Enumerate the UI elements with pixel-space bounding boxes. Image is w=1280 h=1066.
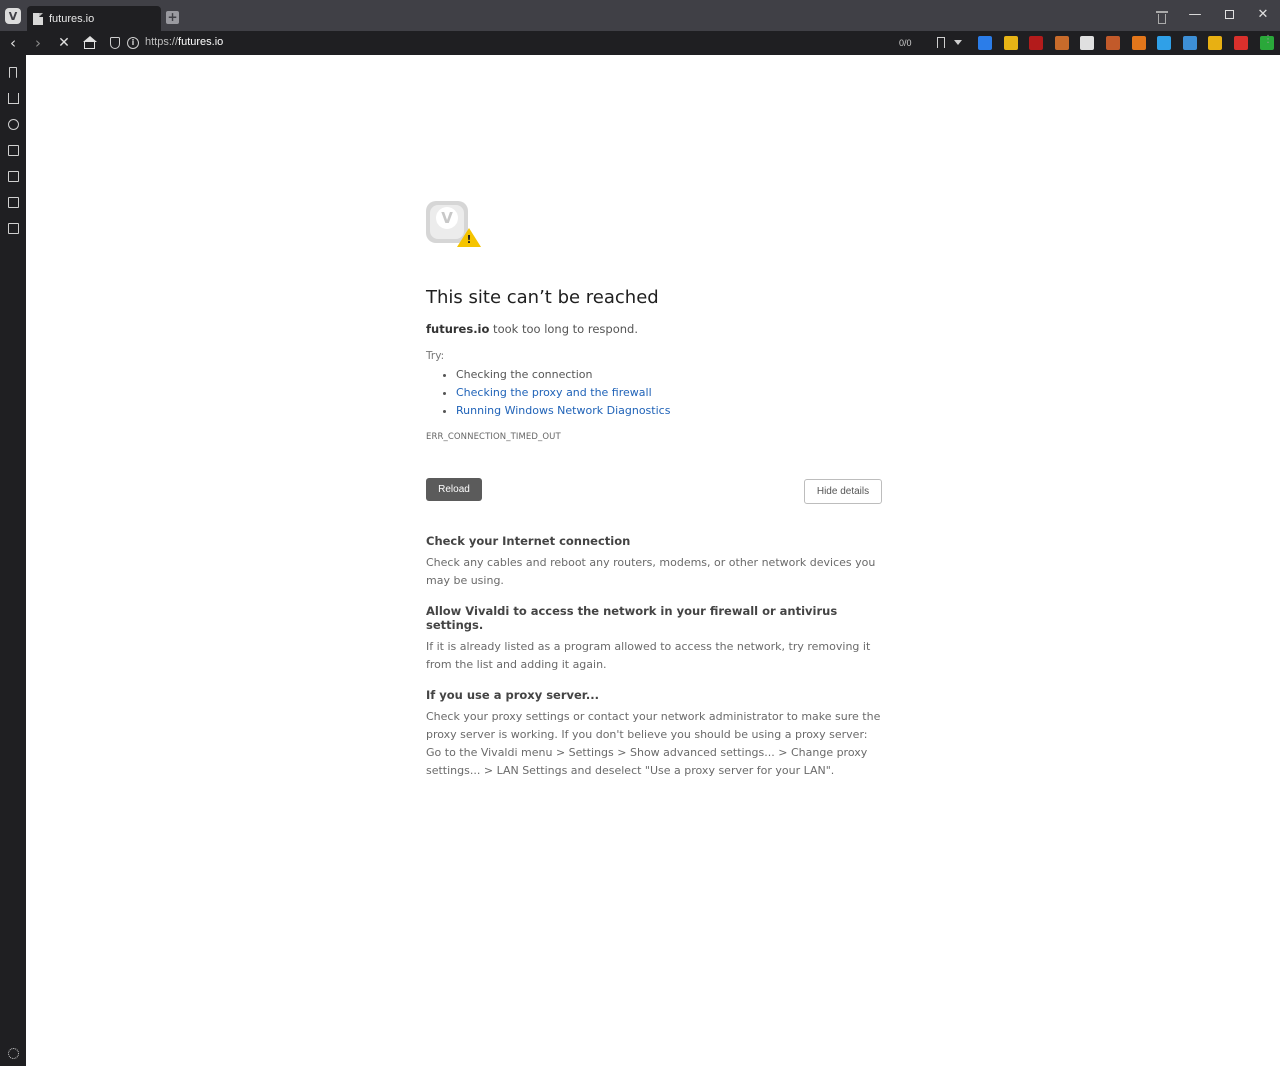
vivaldi-error-icon: V ! — [426, 201, 482, 249]
detail-section: Check your Internet connection Check any… — [426, 534, 882, 590]
detail-title: Check your Internet connection — [426, 534, 631, 548]
closed-tabs-trash-icon[interactable] — [1156, 11, 1168, 24]
page-title: This site can’t be reached — [426, 287, 659, 308]
window-panel-icon[interactable] — [8, 171, 19, 182]
detail-body: Check any cables and reboot any routers,… — [426, 556, 876, 587]
suggestion-check-connection: Checking the connection — [456, 366, 882, 384]
try-label: Try: — [426, 350, 445, 362]
new-tab-button[interactable]: + — [166, 11, 179, 24]
reload-button[interactable]: Reload — [426, 478, 482, 501]
monkey-icon[interactable] — [1054, 36, 1069, 50]
screen-capture-icon[interactable] — [1080, 36, 1095, 50]
suggestions-list: Checking the connection Checking the pro… — [456, 366, 882, 420]
detail-body: Check your proxy settings or contact you… — [426, 710, 881, 777]
detail-title: Allow Vivaldi to access the network in y… — [426, 604, 838, 632]
page-content: V ! This site can’t be reached futures.i… — [26, 55, 1280, 1066]
detail-title: If you use a proxy server... — [426, 688, 599, 702]
detail-section: Allow Vivaldi to access the network in y… — [426, 604, 882, 674]
address-toolbar: ‹ › ✕ i https://futures.io 0/0 ⋮ — [0, 31, 1280, 55]
chart-extension-icon[interactable] — [1208, 36, 1223, 50]
page-favicon-icon — [33, 12, 43, 25]
side-panel — [0, 55, 26, 1066]
bookmark-page-icon[interactable] — [937, 37, 945, 48]
maximize-icon — [1224, 10, 1234, 19]
suggestion-check-proxy-link[interactable]: Checking the proxy and the firewall — [456, 384, 882, 402]
tab-bar: V futures.io + — ✕ — [0, 0, 1280, 31]
add-web-panel-icon[interactable] — [8, 223, 19, 234]
back-button[interactable]: ‹ — [4, 34, 22, 52]
error-summary: futures.io took too long to respond. — [426, 322, 638, 336]
url-text[interactable]: https://futures.io — [145, 36, 223, 48]
bookmarks-panel-icon[interactable] — [9, 67, 17, 78]
button-row: Reload Hide details — [426, 478, 882, 504]
tracker-blocker-shield-icon[interactable] — [110, 37, 120, 49]
detail-section: If you use a proxy server... Check your … — [426, 688, 882, 780]
notes-panel-icon[interactable] — [8, 145, 19, 156]
close-window-button[interactable]: ✕ — [1253, 6, 1273, 24]
blue-bookmark-icon[interactable] — [978, 36, 992, 50]
error-details: Check your Internet connection Check any… — [426, 534, 882, 780]
fox-icon[interactable] — [1106, 36, 1120, 50]
extensions-more-icon[interactable]: ⋮ — [1263, 35, 1273, 49]
address-field[interactable]: i https://futures.io 0/0 — [104, 34, 968, 52]
water-drop-icon[interactable] — [1157, 36, 1172, 50]
detail-body: If it is already listed as a program all… — [426, 640, 871, 671]
metamask-icon[interactable] — [1131, 36, 1146, 50]
folder-extension-icon[interactable] — [1003, 36, 1018, 50]
downloads-panel-icon[interactable] — [8, 93, 19, 104]
tab-title: futures.io — [49, 12, 95, 25]
ublock-icon[interactable] — [1029, 36, 1044, 50]
error-code: ERR_CONNECTION_TIMED_OUT — [426, 432, 561, 442]
calendar-panel-icon[interactable] — [8, 197, 19, 208]
stop-loading-button[interactable]: ✕ — [55, 34, 73, 52]
suggestion-network-diagnostics-link[interactable]: Running Windows Network Diagnostics — [456, 402, 882, 420]
hide-details-button[interactable]: Hide details — [804, 479, 882, 504]
vivaldi-menu-icon[interactable]: V — [5, 8, 21, 24]
error-page: V ! This site can’t be reached futures.i… — [426, 201, 882, 794]
forward-button[interactable]: › — [29, 34, 47, 52]
home-button[interactable] — [81, 34, 99, 52]
history-panel-icon[interactable] — [8, 119, 19, 130]
maximize-button[interactable] — [1219, 6, 1239, 24]
settings-gear-icon[interactable] — [8, 1048, 19, 1059]
image-extension-icon[interactable] — [1182, 36, 1197, 50]
minimize-button[interactable]: — — [1185, 6, 1205, 24]
site-info-icon[interactable]: i — [127, 37, 139, 49]
blocker-counter: 0/0 — [899, 38, 912, 48]
camera-record-icon[interactable] — [1234, 36, 1248, 50]
bookmark-dropdown-icon[interactable] — [954, 40, 962, 45]
tab-active[interactable]: futures.io — [27, 6, 161, 31]
